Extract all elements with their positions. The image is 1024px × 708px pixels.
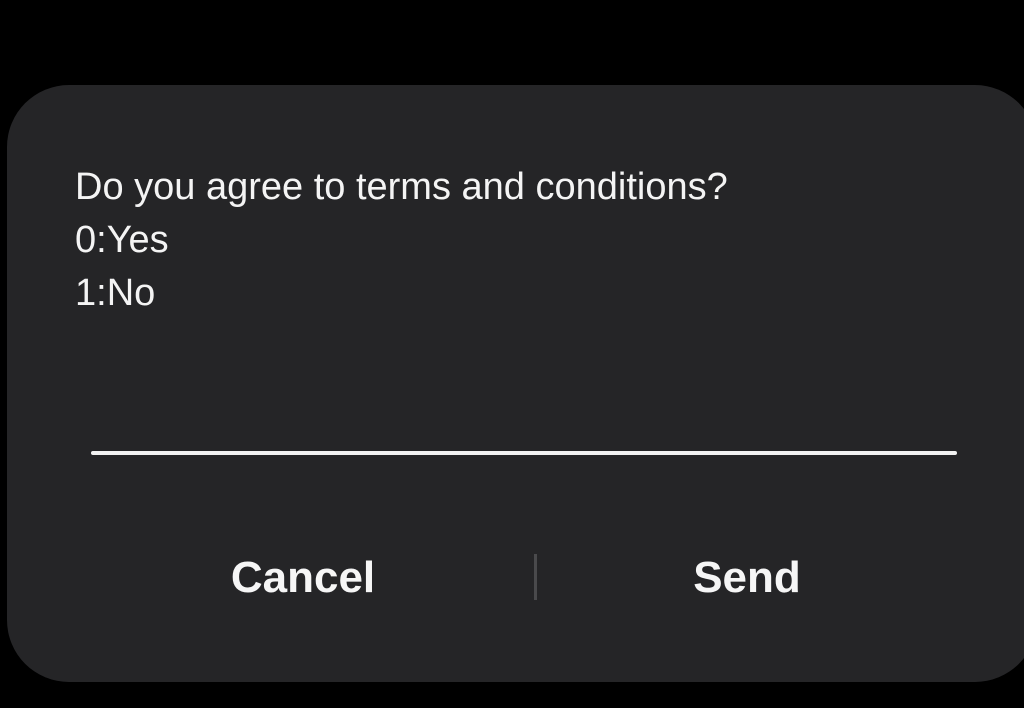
- dialog-message: Do you agree to terms and conditions? 0:…: [75, 161, 955, 320]
- reply-input[interactable]: [91, 385, 957, 451]
- message-question: Do you agree to terms and conditions?: [75, 166, 728, 208]
- message-option-yes: 0:Yes: [75, 219, 169, 261]
- ussd-dialog: Do you agree to terms and conditions? 0:…: [7, 85, 1024, 682]
- send-button[interactable]: Send: [497, 530, 997, 626]
- cancel-button[interactable]: Cancel: [53, 530, 553, 626]
- dialog-actions: Cancel Send: [7, 530, 1024, 626]
- message-option-no: 1:No: [75, 272, 156, 314]
- input-underline: [91, 451, 957, 455]
- reply-field[interactable]: [91, 385, 957, 459]
